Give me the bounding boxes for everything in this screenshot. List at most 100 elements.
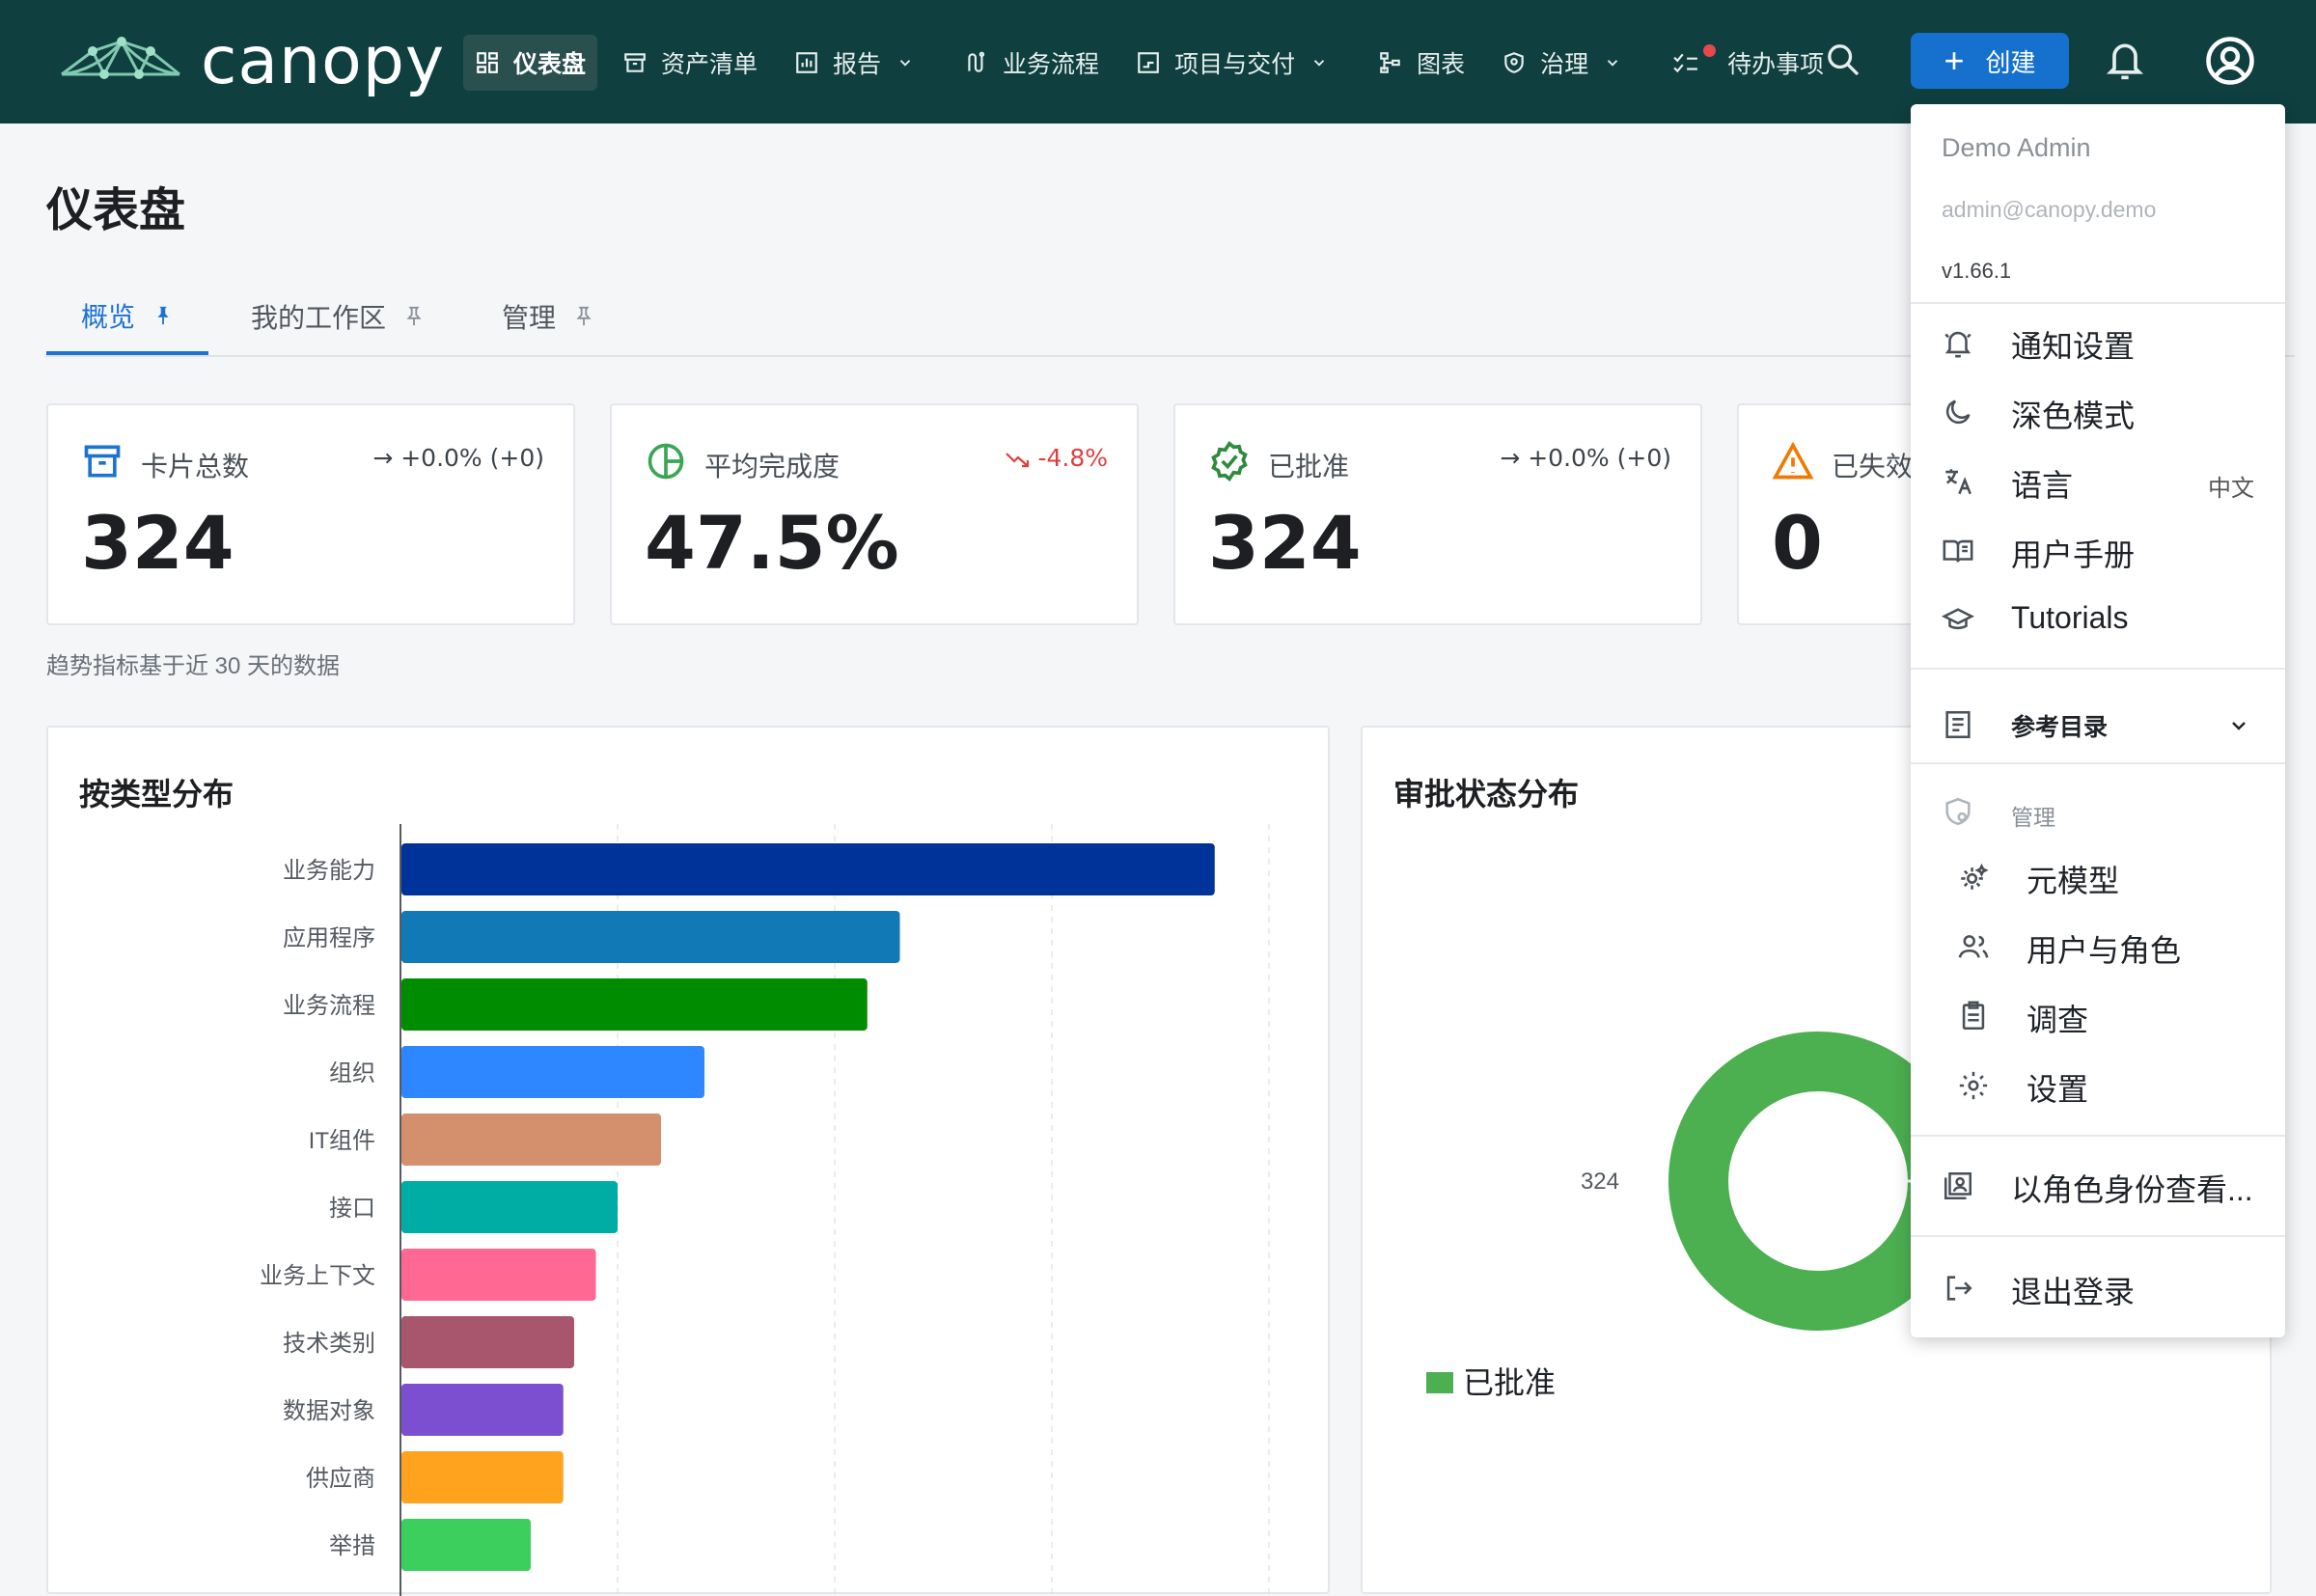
nav-diagrams[interactable]: 图表 (1366, 35, 1476, 91)
category-label: 供应商 (306, 1466, 375, 1492)
bar-10[interactable] (401, 1519, 531, 1571)
menu-divider (1911, 1235, 2285, 1237)
bell-icon[interactable] (2104, 37, 2146, 83)
menu-item-users-roles[interactable]: 用户与角色 (1911, 913, 2285, 978)
kpi-label: 卡片总数 (141, 452, 250, 482)
kpi-card-approved[interactable]: 已批准 → +0.0% (+0) 324 (1173, 403, 1702, 625)
bar-1[interactable] (401, 911, 900, 963)
notification-dot (1703, 44, 1717, 57)
logo[interactable]: canopy (58, 19, 445, 102)
verified-badge-icon (1211, 440, 1248, 482)
nav-reports[interactable]: 报告 (783, 35, 939, 91)
menu-label: 调查 (2026, 1003, 2089, 1037)
slice-value-label: 324 (1581, 1169, 1619, 1195)
translate-icon (1945, 469, 1971, 495)
survey-icon (1962, 1001, 1985, 1031)
view-as-role-icon (1944, 1171, 1972, 1200)
nav-label: 仪表盘 (513, 51, 587, 78)
pin-icon[interactable] (573, 304, 594, 329)
kpi-card-avg-completion[interactable]: 平均完成度 -4.8% 47.5% (610, 403, 1139, 625)
nav-business-process[interactable]: 业务流程 (952, 35, 1111, 91)
menu-label: 用户手册 (2011, 537, 2136, 572)
kpi-value: 324 (1208, 500, 1362, 586)
create-label: 创建 (1985, 47, 2036, 77)
nav-label: 图表 (1417, 51, 1466, 78)
warning-icon (1772, 441, 1814, 480)
plus-icon: + (1944, 41, 1965, 80)
legend-label[interactable]: 已批准 (1463, 1365, 1556, 1400)
kpi-label: 已失效 (1832, 452, 1914, 482)
category-label: 业务流程 (283, 993, 375, 1019)
menu-item-tutorials[interactable]: Tutorials (1911, 587, 2285, 652)
kpi-label: 已批准 (1268, 452, 1350, 482)
report-icon (796, 52, 817, 73)
nav-label: 待办事项 (1727, 51, 1825, 78)
type-distribution-chart: 业务能力应用程序业务流程组织 IT组件接口业务上下文技术类别数据对象供应商举措 (260, 824, 1270, 1596)
menu-item-user-manual[interactable]: 用户手册 (1911, 517, 2285, 583)
pin-icon[interactable] (403, 304, 425, 329)
nav-label: 业务流程 (1003, 51, 1100, 78)
tab-label: 我的工作区 (251, 303, 387, 333)
category-label: 业务能力 (283, 858, 375, 884)
tab-my-workspace[interactable]: 我的工作区 (251, 280, 425, 353)
menu-item-logout[interactable]: 退出登录 (1911, 1254, 2285, 1320)
bar-0[interactable] (401, 843, 1215, 895)
menu-item-language[interactable]: 语言 中文 (1911, 448, 2285, 513)
kpi-value: 0 (1772, 500, 1823, 586)
menu-item-metamodel[interactable]: 元模型 (1911, 843, 2285, 909)
section-label: 管理 (2011, 805, 2055, 830)
bar-7[interactable] (401, 1316, 574, 1368)
category-label: 技术类别 (283, 1331, 375, 1357)
bar-4[interactable] (401, 1114, 661, 1166)
menu-item-survey[interactable]: 调查 (1911, 982, 2285, 1048)
type-distribution-panel: 按类型分布 业务能力 应用程序 业务流程 组织 IT组件 接口 业务上下文 技术类别 数据对象供… (46, 726, 1330, 1596)
kpi-value: 47.5% (645, 500, 899, 586)
trend-down-icon (1006, 453, 1030, 468)
kpi-trend: -4.8% (1005, 444, 1108, 472)
nav-label: 报告 (833, 51, 882, 78)
metamodel-icon (1961, 863, 1989, 890)
create-button[interactable]: + 创建 (1911, 33, 2069, 89)
kpi-trend: → +0.0% (+0) (1500, 444, 1671, 472)
tab-admin[interactable]: 管理 (502, 280, 594, 353)
nav-dashboard[interactable]: 仪表盘 (463, 35, 598, 91)
user-avatar-icon[interactable] (2204, 35, 2256, 87)
project-icon (1138, 52, 1159, 73)
pin-filled-icon[interactable] (152, 303, 174, 328)
page-title: 仪表盘 (46, 185, 186, 236)
menu-item-view-as-role[interactable]: 以角色身份查看... (1911, 1152, 2285, 1218)
catalog-icon (1945, 710, 1971, 739)
bar-5[interactable] (401, 1181, 618, 1233)
nav-todos[interactable]: 待办事项 (1660, 35, 1835, 91)
chevron-down-icon (899, 60, 911, 67)
category-label: 举措 (329, 1533, 375, 1559)
nav-projects[interactable]: 项目与交付 (1124, 35, 1353, 91)
chevron-down-icon (1607, 60, 1618, 67)
bar-9[interactable] (401, 1451, 564, 1503)
bar-6[interactable] (401, 1249, 596, 1301)
diagram-icon (1380, 52, 1400, 73)
admin-shield-icon (1945, 797, 1971, 826)
nav-governance[interactable]: 治理 (1490, 35, 1646, 91)
menu-item-settings[interactable]: 设置 (1911, 1052, 2285, 1117)
menu-item-reference-catalog[interactable]: 参考目录 (1911, 681, 2285, 770)
menu-item-dark-mode[interactable]: 深色模式 (1911, 378, 2285, 444)
donut-slice-0[interactable] (1668, 1032, 1968, 1331)
nav-inventory[interactable]: 资产清单 (611, 35, 769, 91)
graduation-cap-icon (1942, 608, 1974, 630)
legend-swatch (1426, 1372, 1453, 1393)
dashboard-icon (477, 52, 498, 73)
kpi-trend-value: -4.8% (1037, 444, 1108, 472)
menu-item-notification-settings[interactable]: 通知设置 (1911, 309, 2285, 374)
category-label: 应用程序 (283, 925, 375, 951)
menu-divider (1911, 1135, 2285, 1137)
bar-8[interactable] (401, 1384, 564, 1436)
kpi-card-total-cards[interactable]: 卡片总数 → +0.0% (+0) 324 (46, 403, 575, 625)
tab-overview[interactable]: 概览 (46, 280, 209, 355)
bar-3[interactable] (401, 1046, 704, 1098)
bar-2[interactable] (401, 978, 868, 1031)
shield-icon (1504, 52, 1524, 73)
menu-label: 通知设置 (2011, 329, 2136, 364)
search-icon[interactable] (1824, 41, 1862, 79)
admin-section-header: 管理 (1911, 789, 2285, 838)
